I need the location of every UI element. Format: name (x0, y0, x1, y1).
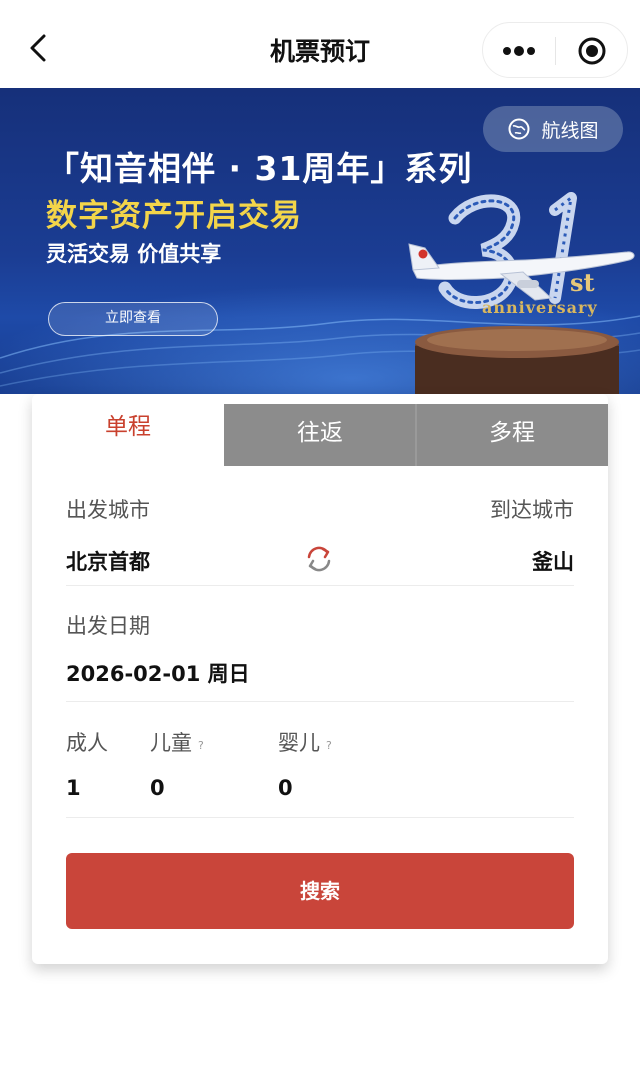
infant-help-icon[interactable]: ? (326, 739, 332, 752)
infant-label: 婴儿 (278, 731, 320, 755)
infant-count[interactable]: 0 (278, 776, 293, 800)
mini-program-capsule (482, 22, 628, 78)
trip-type-tabs: 单程 往返 多程 (32, 404, 608, 466)
anniversary-word: anniversary (482, 298, 598, 317)
arrival-city-label: 到达城市 (490, 498, 574, 522)
more-button[interactable] (483, 23, 555, 79)
infant-label-group: 婴儿? (278, 727, 332, 757)
departure-city-value[interactable]: 北京首都 (66, 546, 150, 576)
divider-line (66, 585, 574, 586)
divider-line (66, 817, 574, 818)
tab-one-way[interactable]: 单程 (32, 404, 224, 466)
anniversary-airplane-illustration (408, 192, 635, 394)
promo-banner[interactable]: 航线图 「知音相伴 · 31周年」系列 数字资产开启交易 灵活交易 价值共享 立… (0, 88, 640, 394)
date-label: 出发日期 (66, 614, 150, 638)
tab-round-trip[interactable]: 往返 (224, 404, 416, 466)
swap-arrows-icon (307, 546, 331, 572)
more-dots-icon (503, 46, 535, 56)
booking-card: 单程 往返 多程 出发城市 到达城市 北京首都 釜山 出发日期 2026-02-… (32, 394, 608, 964)
banner-view-button[interactable]: 立即查看 (48, 302, 218, 336)
tab-separator (415, 404, 417, 466)
arrival-city-value[interactable]: 釜山 (532, 546, 574, 576)
globe-icon (508, 118, 530, 140)
tab-multi-city[interactable]: 多程 (416, 404, 608, 466)
child-count[interactable]: 0 (150, 776, 165, 800)
close-miniprogram-button[interactable] (556, 23, 628, 79)
banner-title: 「知音相伴 · 31周年」系列 (46, 149, 473, 188)
route-map-label: 航线图 (541, 119, 599, 142)
banner-tagline: 灵活交易 价值共享 (46, 242, 222, 266)
adult-label: 成人 (66, 731, 108, 755)
departure-date-value[interactable]: 2026-02-01 周日 (66, 658, 250, 688)
divider-line (66, 701, 574, 702)
adult-count[interactable]: 1 (66, 776, 81, 800)
child-label: 儿童 (150, 731, 192, 755)
target-circle-icon (578, 37, 606, 65)
banner-subtitle: 数字资产开启交易 (46, 198, 302, 234)
child-help-icon[interactable]: ? (198, 739, 204, 752)
swap-cities-button[interactable] (304, 544, 334, 574)
anniversary-st: st (570, 268, 595, 297)
child-label-group: 儿童? (150, 727, 204, 757)
route-map-button[interactable]: 航线图 (483, 106, 623, 152)
departure-city-label: 出发城市 (66, 498, 150, 522)
nav-header: 机票预订 (0, 0, 640, 88)
search-button[interactable]: 搜索 (66, 853, 574, 929)
